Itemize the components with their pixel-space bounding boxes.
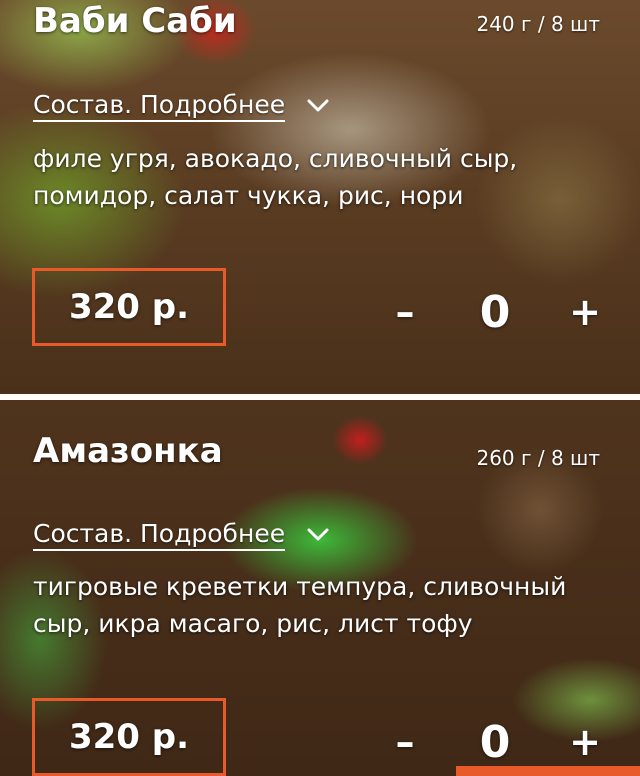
product-title: Амазонка: [33, 431, 223, 471]
quantity-value: 0: [479, 286, 511, 338]
chevron-down-icon: [307, 528, 329, 541]
quantity-stepper: – 0 +: [380, 712, 610, 772]
product-title: Ваби Саби: [33, 1, 237, 41]
increase-button[interactable]: +: [560, 720, 610, 764]
decrease-button[interactable]: –: [380, 720, 430, 764]
accent-strip: [456, 766, 640, 776]
product-card: Ваби Саби 240 г / 8 шт Состав. Подробнее…: [0, 0, 640, 394]
details-label: Состав. Подробнее: [33, 519, 286, 551]
price-value: 320 р.: [68, 717, 190, 757]
chevron-down-icon: [307, 99, 329, 112]
price-box: 320 р.: [32, 268, 226, 346]
product-weight: 240 г / 8 шт: [476, 12, 600, 36]
decrease-button[interactable]: –: [380, 290, 430, 334]
details-toggle[interactable]: Состав. Подробнее: [33, 519, 329, 551]
increase-button[interactable]: +: [560, 290, 610, 334]
ingredients-text: тигровые креветки темпура, сливочный сыр…: [33, 572, 567, 638]
details-label: Состав. Подробнее: [33, 90, 286, 122]
quantity-stepper: – 0 +: [380, 282, 610, 342]
price-value: 320 р.: [68, 287, 190, 327]
details-toggle[interactable]: Состав. Подробнее: [33, 90, 329, 122]
product-weight: 260 г / 8 шт: [476, 446, 600, 470]
product-card: Амазонка 260 г / 8 шт Состав. Подробнее …: [0, 400, 640, 776]
ingredients-text: филе угря, авокадо, сливочный сыр, помид…: [33, 144, 518, 210]
quantity-value: 0: [479, 716, 511, 768]
price-box: 320 р.: [32, 698, 226, 776]
